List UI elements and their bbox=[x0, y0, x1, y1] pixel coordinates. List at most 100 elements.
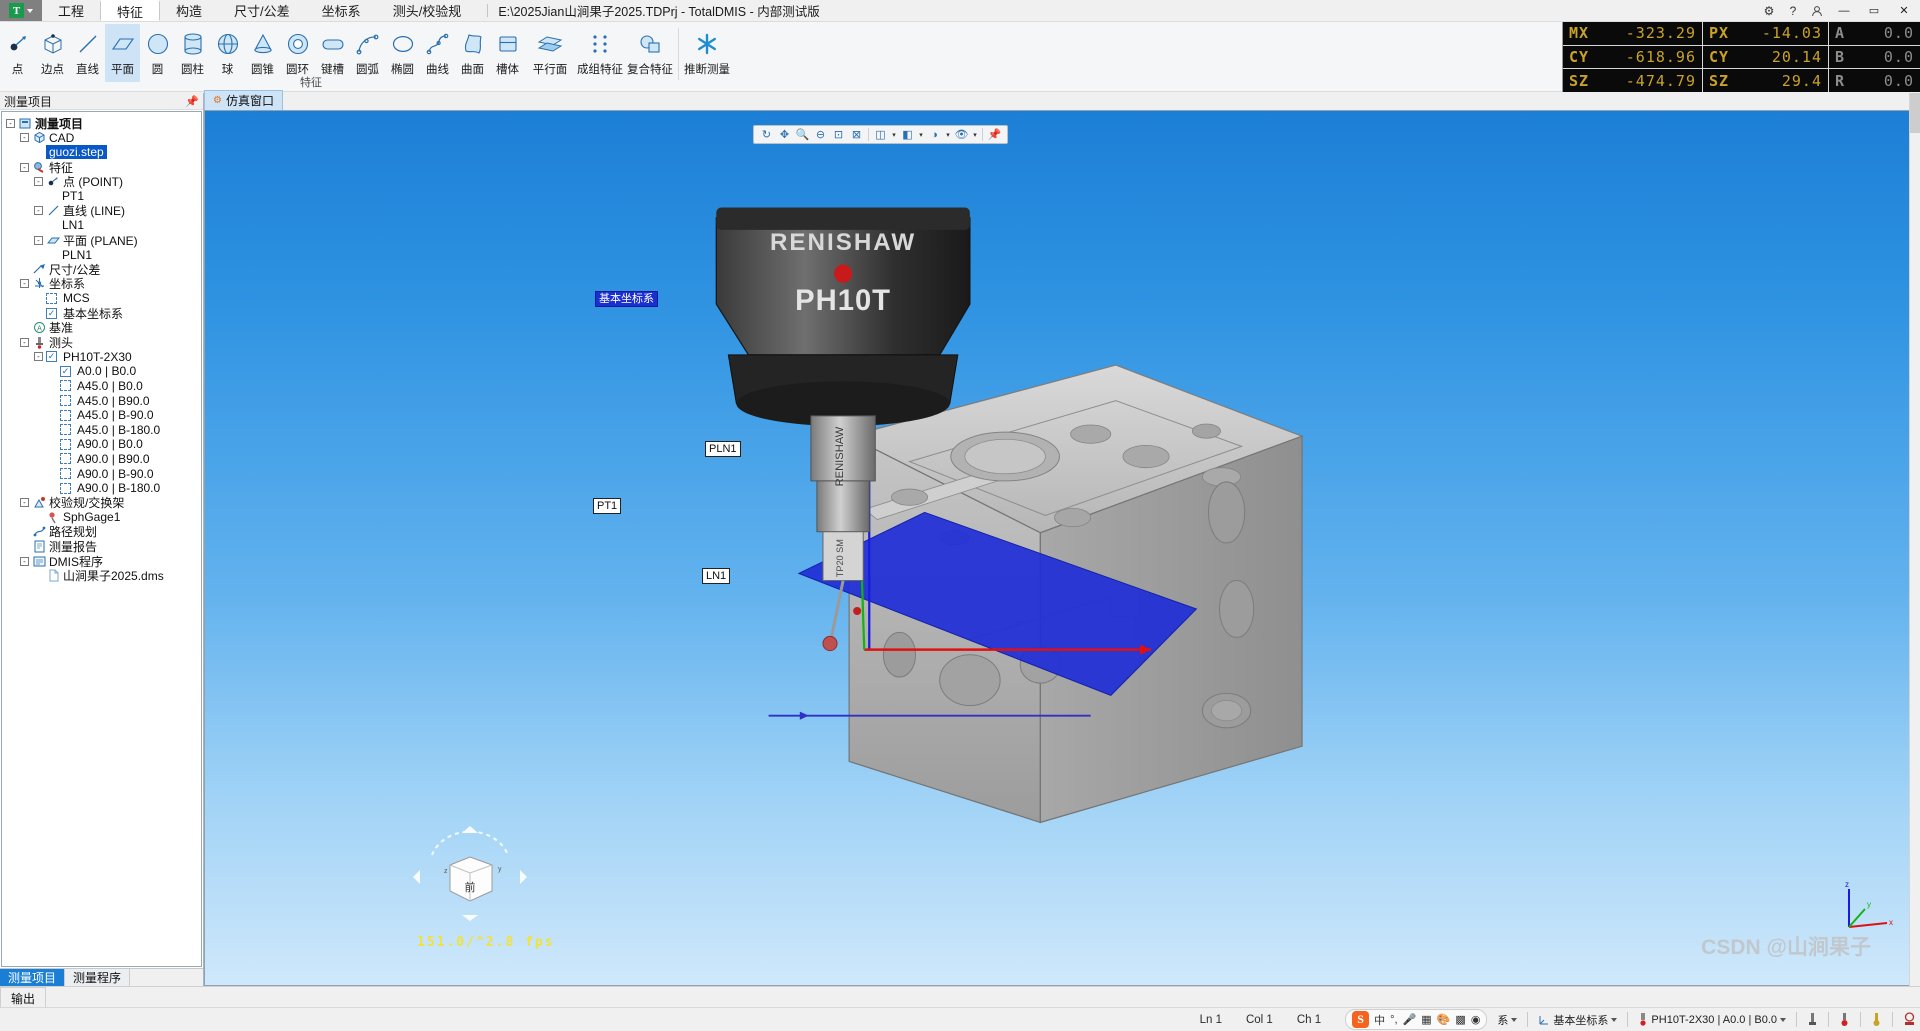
ime-skin-icon[interactable]: 🎨 bbox=[1437, 1013, 1451, 1026]
tree-checkbox[interactable]: ✓ bbox=[46, 351, 57, 363]
tree-item[interactable]: - 点 (POINT) bbox=[6, 174, 201, 189]
navigation-cube[interactable]: 前 z y bbox=[410, 825, 530, 925]
tree-item[interactable]: - 特征 bbox=[6, 160, 201, 175]
settings-icon[interactable]: ⚙ bbox=[1758, 1, 1780, 21]
ribbon-button-line[interactable]: 直线 bbox=[70, 24, 105, 82]
tree-item[interactable]: ✓ 基本坐标系 bbox=[6, 306, 201, 321]
tree-checkbox[interactable] bbox=[60, 380, 71, 392]
tree-checkbox[interactable] bbox=[46, 292, 57, 304]
tree-item[interactable]: - 平面 (PLANE) bbox=[6, 233, 201, 248]
rotate-icon[interactable]: ↻ bbox=[758, 127, 775, 143]
sogou-logo-icon[interactable]: S bbox=[1352, 1011, 1370, 1028]
shading-caret-icon[interactable]: ▾ bbox=[917, 127, 925, 143]
ribbon-button-cylinder[interactable]: 圆柱 bbox=[175, 24, 210, 82]
tree-expander-icon[interactable]: - bbox=[34, 235, 43, 245]
menu-item-engineering[interactable]: 工程 bbox=[42, 0, 100, 21]
tree-item[interactable]: LN1 bbox=[6, 218, 201, 233]
app-logo-button[interactable]: T bbox=[0, 0, 42, 21]
menu-item-construct[interactable]: 构造 bbox=[160, 0, 218, 21]
tree-expander-icon[interactable]: - bbox=[34, 177, 43, 187]
tree-item[interactable]: 尺寸/公差 bbox=[6, 262, 201, 277]
tree-expander-icon[interactable]: - bbox=[20, 556, 29, 566]
tree-item[interactable]: guozi.step bbox=[6, 145, 201, 160]
ribbon-button-parallel-plane[interactable]: 平行面 bbox=[525, 24, 575, 82]
tree-item[interactable]: A45.0 | B90.0 bbox=[6, 393, 201, 408]
ime-chinese-icon[interactable]: 中 bbox=[1374, 1012, 1385, 1028]
tree-expander-icon[interactable]: - bbox=[20, 162, 29, 172]
tree-checkbox[interactable] bbox=[60, 424, 71, 436]
status-trailing-label-chip[interactable]: 系 bbox=[1497, 1012, 1518, 1028]
tree-item[interactable]: 山涧果子2025.dms bbox=[6, 568, 201, 583]
tree-checkbox[interactable] bbox=[60, 395, 71, 407]
tree-item[interactable]: - CAD bbox=[6, 131, 201, 146]
ribbon-button-surface[interactable]: 曲面 bbox=[455, 24, 490, 82]
tree-item[interactable]: A90.0 | B-180.0 bbox=[6, 481, 201, 496]
tree-expander-icon[interactable]: - bbox=[20, 279, 29, 289]
tree-expander-icon[interactable]: - bbox=[20, 498, 29, 508]
tree-item[interactable]: A45.0 | B0.0 bbox=[6, 379, 201, 394]
tab-measurement-project[interactable]: 测量项目 bbox=[0, 969, 66, 986]
tree-item[interactable]: A45.0 | B-90.0 bbox=[6, 408, 201, 423]
tree-item[interactable]: A90.0 | B0.0 bbox=[6, 437, 201, 452]
shading-icon[interactable]: ◧ bbox=[899, 127, 916, 143]
app-logo-caret-icon[interactable] bbox=[27, 8, 33, 13]
ime-punctuation-icon[interactable]: °, bbox=[1390, 1014, 1397, 1026]
tree-checkbox[interactable]: ✓ bbox=[60, 365, 71, 377]
ime-toolbar[interactable]: S 中 °, 🎤 ▦ 🎨 ▩ ◉ bbox=[1345, 1009, 1488, 1030]
maximize-button[interactable]: ▭ bbox=[1860, 0, 1888, 21]
temperature-icon[interactable] bbox=[1871, 1012, 1882, 1027]
visibility-icon[interactable]: 👁 bbox=[953, 127, 970, 143]
tree-expander-icon[interactable]: - bbox=[6, 118, 15, 128]
ime-keyboard-icon[interactable]: ▦ bbox=[1421, 1013, 1431, 1026]
visibility-caret-icon[interactable]: ▾ bbox=[971, 127, 979, 143]
tree-item[interactable]: A90.0 | B-90.0 bbox=[6, 466, 201, 481]
minimize-button[interactable]: — bbox=[1830, 0, 1858, 21]
tree-item[interactable]: - ✓ PH10T-2X30 bbox=[6, 350, 201, 365]
view-cube-caret-icon[interactable]: ▾ bbox=[890, 127, 898, 143]
status-coordinate-system-chip[interactable]: 基本坐标系 bbox=[1538, 1012, 1618, 1028]
tree-item[interactable]: - 直线 (LINE) bbox=[6, 204, 201, 218]
ribbon-button-cone[interactable]: 圆锥 bbox=[245, 24, 280, 82]
tree-item[interactable]: A90.0 | B90.0 bbox=[6, 452, 201, 467]
pan-icon[interactable]: ✥ bbox=[776, 127, 793, 143]
ribbon-button-arc[interactable]: 圆弧 bbox=[350, 24, 385, 82]
tree-item[interactable]: 测量报告 bbox=[6, 539, 201, 554]
tree-item[interactable]: A45.0 | B-180.0 bbox=[6, 422, 201, 437]
zoom-in-icon[interactable]: 🔍 bbox=[794, 127, 811, 143]
tab-measurement-program[interactable]: 测量程序 bbox=[65, 969, 131, 986]
tree-checkbox[interactable] bbox=[60, 482, 71, 494]
tree-checkbox[interactable] bbox=[60, 468, 71, 480]
project-tree[interactable]: - 测量项目 - CAD guozi.step - 特征 - 点 (POINT) PT1- 直线 (… bbox=[1, 111, 202, 967]
ribbon-button-sphere[interactable]: 球 bbox=[210, 24, 245, 82]
tree-item[interactable]: - 坐标系 bbox=[6, 277, 201, 291]
label-base-coordinate-system[interactable]: 基本坐标系 bbox=[595, 291, 658, 307]
zoom-fit-icon[interactable]: ⊡ bbox=[830, 127, 847, 143]
tree-item[interactable]: 路径规划 bbox=[6, 525, 201, 539]
tree-item[interactable]: - 校验规/交换架 bbox=[6, 495, 201, 510]
help-icon[interactable]: ? bbox=[1782, 1, 1804, 21]
view-cube-icon[interactable]: ◫ bbox=[872, 127, 889, 143]
tree-item[interactable]: - 测头 bbox=[6, 335, 201, 350]
tree-item[interactable]: PLN1 bbox=[6, 247, 201, 262]
vertical-scrollbar[interactable] bbox=[1909, 93, 1920, 986]
menu-item-feature[interactable]: 特征 bbox=[100, 0, 161, 21]
label-pln1[interactable]: PLN1 bbox=[705, 441, 741, 457]
tree-expander-icon[interactable]: - bbox=[20, 337, 29, 347]
ribbon-button-compound-feature[interactable]: 复合特征 bbox=[625, 24, 675, 82]
tree-item[interactable]: A 基准 bbox=[6, 320, 201, 335]
tree-checkbox[interactable] bbox=[60, 409, 71, 421]
tab-output[interactable]: 输出 bbox=[0, 987, 47, 1009]
tree-checkbox[interactable] bbox=[60, 453, 71, 465]
simulation-viewport[interactable]: RENISHAW PH10T RENISHAW TP20 SM ↻ ✥ 🔍 ⊖ … bbox=[204, 110, 1920, 986]
menu-item-probe-calibration[interactable]: 测头/校验规 bbox=[377, 0, 478, 21]
tree-item[interactable]: - 测量项目 bbox=[6, 116, 201, 131]
tree-checkbox[interactable] bbox=[60, 438, 71, 450]
ribbon-button-point[interactable]: 点 bbox=[0, 24, 35, 82]
alarm-icon[interactable] bbox=[1839, 1012, 1850, 1027]
tab-simulation-window[interactable]: ⚙ 仿真窗口 bbox=[204, 90, 283, 110]
tree-item[interactable]: PT1 bbox=[6, 189, 201, 204]
tree-item[interactable]: MCS bbox=[6, 291, 201, 306]
tree-expander-icon[interactable]: - bbox=[34, 352, 43, 362]
close-button[interactable]: ✕ bbox=[1890, 0, 1918, 21]
ime-mic-icon[interactable]: 🎤 bbox=[1403, 1013, 1417, 1026]
